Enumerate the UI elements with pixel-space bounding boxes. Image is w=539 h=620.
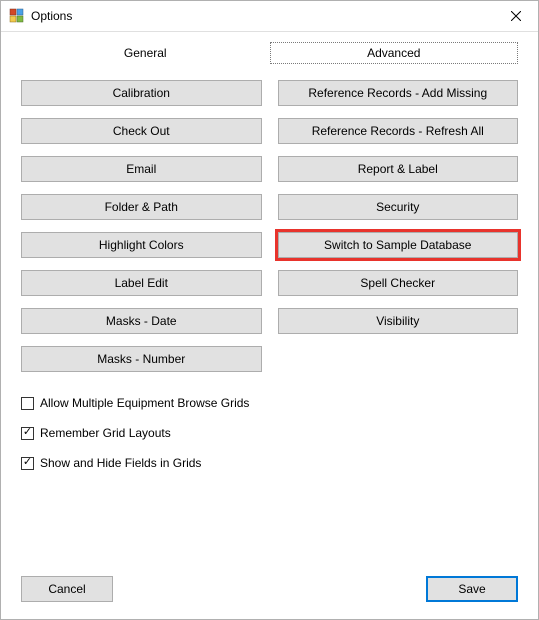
btn-masks-date[interactable]: Masks - Date: [21, 308, 262, 334]
btn-visibility[interactable]: Visibility: [278, 308, 519, 334]
content-area: General Advanced Calibration Check Out E…: [1, 32, 538, 559]
tab-general[interactable]: General: [21, 42, 270, 64]
btn-security[interactable]: Security: [278, 194, 519, 220]
options-window: Options General Advanced Calibration Che…: [0, 0, 539, 620]
checkbox-group: Allow Multiple Equipment Browse Grids Re…: [21, 396, 518, 470]
checkbox-icon: [21, 427, 34, 440]
btn-email[interactable]: Email: [21, 156, 262, 182]
app-icon: [9, 8, 25, 24]
btn-calibration[interactable]: Calibration: [21, 80, 262, 106]
btn-ref-add-missing[interactable]: Reference Records - Add Missing: [278, 80, 519, 106]
check-allow-multiple-grids[interactable]: Allow Multiple Equipment Browse Grids: [21, 396, 518, 410]
tabs-row: General Advanced: [21, 42, 518, 64]
btn-label-edit[interactable]: Label Edit: [21, 270, 262, 296]
titlebar: Options: [1, 1, 538, 31]
right-column: Reference Records - Add Missing Referenc…: [278, 80, 519, 372]
btn-masks-number[interactable]: Masks - Number: [21, 346, 262, 372]
close-button[interactable]: [493, 1, 538, 31]
btn-highlight-colors[interactable]: Highlight Colors: [21, 232, 262, 258]
btn-folder-path[interactable]: Folder & Path: [21, 194, 262, 220]
options-columns: Calibration Check Out Email Folder & Pat…: [21, 80, 518, 372]
btn-check-out[interactable]: Check Out: [21, 118, 262, 144]
checkbox-label: Show and Hide Fields in Grids: [40, 456, 201, 470]
check-remember-grid-layouts[interactable]: Remember Grid Layouts: [21, 426, 518, 440]
checkbox-icon: [21, 397, 34, 410]
cancel-button[interactable]: Cancel: [21, 576, 113, 602]
tab-advanced[interactable]: Advanced: [270, 42, 519, 64]
checkbox-icon: [21, 457, 34, 470]
left-column: Calibration Check Out Email Folder & Pat…: [21, 80, 262, 372]
save-button[interactable]: Save: [426, 576, 518, 602]
btn-spell-checker[interactable]: Spell Checker: [278, 270, 519, 296]
btn-ref-refresh-all[interactable]: Reference Records - Refresh All: [278, 118, 519, 144]
checkbox-label: Remember Grid Layouts: [40, 426, 171, 440]
footer: Cancel Save: [1, 559, 538, 619]
btn-switch-sample-db[interactable]: Switch to Sample Database: [278, 232, 519, 258]
check-show-hide-fields[interactable]: Show and Hide Fields in Grids: [21, 456, 518, 470]
checkbox-label: Allow Multiple Equipment Browse Grids: [40, 396, 249, 410]
window-title: Options: [31, 9, 72, 23]
btn-report-label[interactable]: Report & Label: [278, 156, 519, 182]
